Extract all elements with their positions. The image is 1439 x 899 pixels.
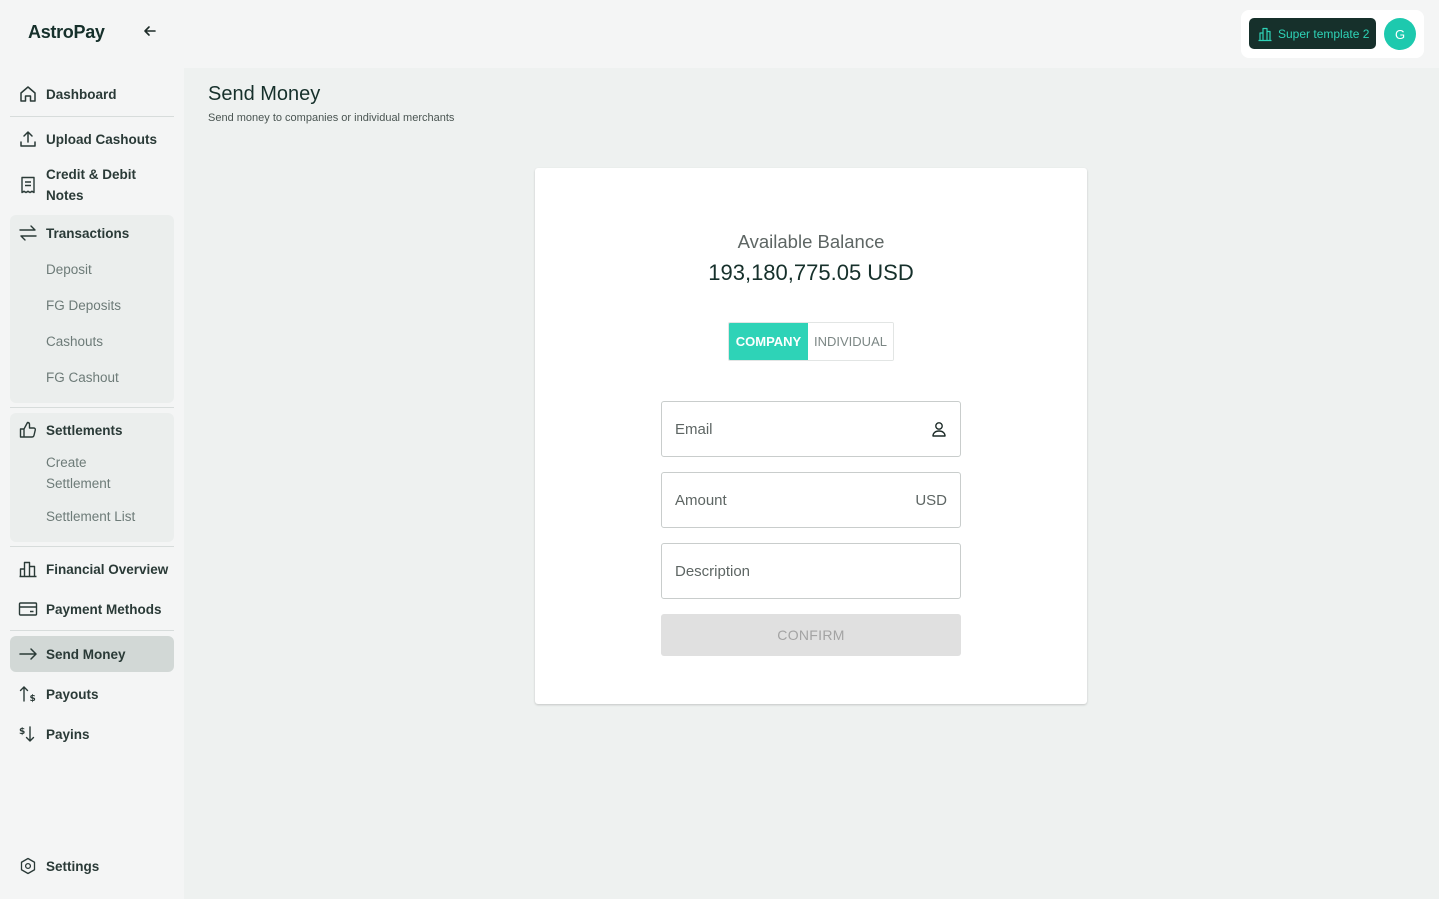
subitem-label-line2: Settlement [46,476,111,491]
sidebar-item-transactions[interactable]: Transactions [10,222,174,244]
sidebar-item-payouts[interactable]: $ Payouts [10,683,174,705]
sidebar-subitem-fg-cashout[interactable]: FG Cashout [46,367,119,388]
sidebar-item-label: Upload Cashouts [46,131,158,147]
payin-arrow-dollar-icon: $ [19,726,35,742]
toggle-company-button[interactable]: COMPANY [729,323,808,360]
subitem-label-line1: Create [46,455,87,470]
bar-chart-icon [19,561,37,578]
balance-label: Available Balance [737,231,885,252]
sidebar-item-upload-cashouts[interactable]: Upload Cashouts [10,128,174,150]
account-area: Super template 2 G [1241,10,1424,58]
confirm-button[interactable]: CONFIRM [661,614,961,656]
sidebar-subitem-settlement-list[interactable]: Settlement List [46,506,135,527]
sidebar-item-label: Send Money [46,646,126,662]
sidebar-item-label-line1: Credit & Debit [46,167,137,182]
sidebar-subitem-fg-deposits[interactable]: FG Deposits [46,295,121,316]
sidebar-item-label: Payouts [46,686,99,702]
sidebar-subitem-cashouts[interactable]: Cashouts [46,331,103,352]
description-field[interactable]: Description [661,543,961,599]
receipt-icon [21,176,35,194]
description-placeholder: Description [675,562,751,580]
sidebar-item-payment-methods[interactable]: Payment Methods [10,598,174,620]
payout-arrow-dollar-icon: $ [19,686,36,704]
amount-currency-suffix: USD [915,491,947,509]
sidebar-item-label-line2: Notes [46,188,84,203]
credit-card-icon [18,602,38,616]
sidebar-item-payins[interactable]: $ Payins [10,723,174,745]
arrow-right-icon [19,648,37,660]
amount-placeholder: Amount [675,491,727,509]
sidebar-item-label: Payment Methods [46,601,162,617]
recipient-type-toggle: COMPANY INDIVIDUAL [728,322,894,361]
balance-value: 193,180,775.05 USD [708,260,914,285]
sidebar-item-credit-debit-notes[interactable]: Credit & Debit Notes [10,164,174,206]
sidebar-item-label: Settings [46,858,100,874]
toggle-individual-button[interactable]: INDIVIDUAL [808,323,893,360]
sidebar-divider [10,630,174,631]
user-icon [932,422,946,437]
page-title: Send Money [208,83,321,105]
building-chart-icon [1258,27,1272,41]
sidebar-item-label: Dashboard [46,86,117,102]
sidebar-item-label: Settlements [46,422,123,438]
template-selector-button[interactable]: Super template 2 [1249,18,1376,49]
upload-icon [20,131,36,147]
top-bar: AstroPay Super template 2 G [0,0,1439,68]
swap-arrows-icon [19,225,37,241]
sidebar: Dashboard Upload Cashouts Credit & Debit… [0,68,184,899]
template-label: Super template 2 [1278,26,1370,41]
sidebar-item-send-money[interactable]: Send Money [10,636,174,672]
sidebar-item-label: Financial Overview [46,561,169,577]
settings-gear-icon [20,857,36,875]
send-money-card: Available Balance 193,180,775.05 USD COM… [535,168,1087,704]
page-subtitle: Send money to companies or individual me… [208,112,455,124]
sidebar-divider [10,546,174,547]
home-icon [20,86,36,102]
user-avatar[interactable]: G [1384,18,1416,50]
sidebar-divider [10,116,174,117]
sidebar-item-label: Transactions [46,225,130,241]
svg-text:$: $ [19,727,25,737]
collapse-sidebar-button[interactable] [140,24,160,44]
sidebar-divider [10,407,174,408]
svg-text:$: $ [30,694,36,704]
sidebar-item-label: Payins [46,726,90,742]
sidebar-subitem-deposit[interactable]: Deposit [46,259,92,280]
app-logo: AstroPay [28,22,105,42]
email-field[interactable]: Email [661,401,961,457]
sidebar-subitem-create-settlement[interactable]: Create Settlement [46,452,111,494]
thumbs-up-icon [19,421,37,438]
sidebar-item-settlements[interactable]: Settlements [10,419,174,441]
sidebar-item-financial-overview[interactable]: Financial Overview [10,558,174,580]
sidebar-item-dashboard[interactable]: Dashboard [10,83,174,105]
amount-field[interactable]: Amount USD [661,472,961,528]
sidebar-item-settings[interactable]: Settings [10,855,174,877]
email-placeholder: Email [675,420,713,438]
arrow-left-icon [144,26,156,36]
